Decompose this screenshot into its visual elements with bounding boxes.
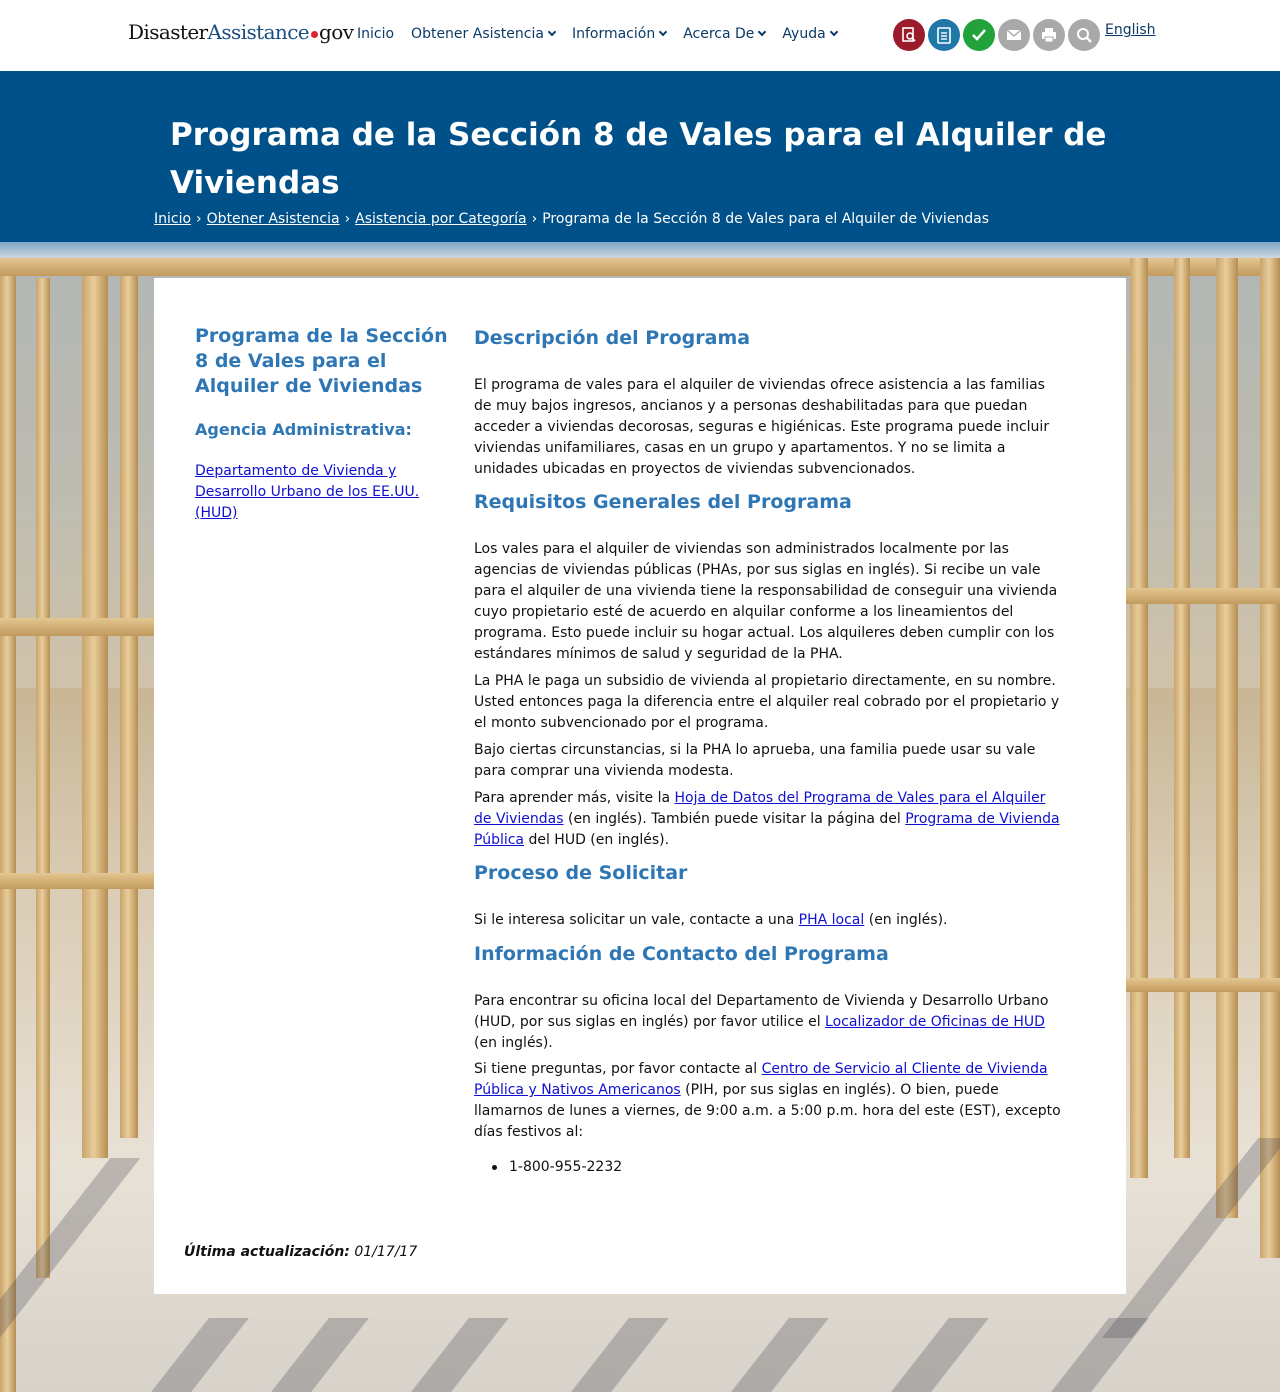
link-pha-local[interactable]: PHA local xyxy=(799,912,865,928)
breadcrumb-current: Programa de la Sección 8 de Vales para e… xyxy=(542,211,990,227)
header-underline-strip xyxy=(0,242,1280,258)
checkmark-icon[interactable] xyxy=(963,19,995,51)
chevron-down-icon xyxy=(658,27,668,37)
magnifier-icon[interactable] xyxy=(1068,19,1100,51)
breadcrumb-separator: › xyxy=(531,211,538,227)
wood-stud xyxy=(0,258,16,1392)
main-menu: Inicio Obtener Asistencia Información Ac… xyxy=(357,26,838,42)
section-heading-proceso: Proceso de Solicitar xyxy=(474,862,688,884)
phone-list-item: 1-800-955-2232 xyxy=(492,1157,622,1178)
floor-shadow xyxy=(571,1318,669,1392)
text-span: Si tiene preguntas, por favor contacte a… xyxy=(474,1061,762,1077)
breadcrumb-separator: › xyxy=(344,211,351,227)
floor-shadow xyxy=(891,1318,989,1392)
floor-shadow xyxy=(731,1318,829,1392)
chevron-down-icon xyxy=(547,27,557,37)
sidebar-program-title: Programa de la Sección 8 de Vales para e… xyxy=(195,325,448,397)
wood-beam xyxy=(1126,978,1280,992)
paragraph-requisitos-2: La PHA le paga un subsidio de vivienda a… xyxy=(474,673,1060,731)
wood-beam xyxy=(1126,588,1280,604)
checklist-icon[interactable] xyxy=(928,19,960,51)
language-toggle-link[interactable]: English xyxy=(1105,22,1156,38)
breadcrumb-asistencia-por-categoria[interactable]: Asistencia por Categoría xyxy=(355,211,526,227)
wood-stud xyxy=(82,258,108,1158)
top-navigation: DisasterAssistance gov Inicio Obtener Asi… xyxy=(0,0,1280,71)
nav-item-acerca-de[interactable]: Acerca De xyxy=(683,26,767,42)
nav-label: Ayuda xyxy=(782,26,826,42)
last-updated: Última actualización: 01/17/17 xyxy=(184,1244,417,1260)
logo-text-disaster: Disaster xyxy=(128,20,208,44)
sidebar-agency-label: Agencia Administrativa: xyxy=(195,420,412,439)
phone-number: 1-800-955-2232 xyxy=(509,1159,623,1175)
link-localizador-oficinas-hud[interactable]: Localizador de Oficinas de HUD xyxy=(825,1014,1045,1030)
paragraph-contacto-1: Para encontrar su oficina local del Depa… xyxy=(474,991,1064,1054)
wood-stud xyxy=(1130,258,1148,1178)
logo-text-gov: gov xyxy=(319,20,354,44)
nav-label: Obtener Asistencia xyxy=(411,26,544,42)
floor-shadow xyxy=(411,1318,509,1392)
envelope-icon[interactable] xyxy=(998,19,1030,51)
breadcrumb: Inicio › Obtener Asistencia › Asistencia por… xyxy=(154,211,989,227)
paragraph-proceso: Si le interesa solicitar un vale, contac… xyxy=(474,910,1064,931)
site-logo[interactable]: DisasterAssistance gov xyxy=(128,20,354,44)
nav-item-informacion[interactable]: Información xyxy=(571,26,668,42)
wood-beam xyxy=(0,873,154,889)
floor-shadow xyxy=(151,1318,249,1392)
wood-stud xyxy=(36,278,50,1278)
text-span: (en inglés). También puede visitar la pá… xyxy=(563,811,906,827)
floor-shadow xyxy=(271,1318,369,1392)
search-document-icon[interactable] xyxy=(893,19,925,51)
breadcrumb-obtener-asistencia[interactable]: Obtener Asistencia xyxy=(207,211,340,227)
logo-text-assistance: Assistance xyxy=(207,20,310,44)
text-span: del HUD (en inglés). xyxy=(524,832,670,848)
nav-item-inicio[interactable]: Inicio xyxy=(357,26,394,42)
page-title: Programa de la Sección 8 de Vales para e… xyxy=(170,117,1107,201)
breadcrumb-separator: › xyxy=(196,211,202,227)
paragraph-requisitos-3: Bajo ciertas circunstancias, si la PHA l… xyxy=(474,742,1036,779)
paragraph-requisitos-4: Para aprender más, visite la Hoja de Dat… xyxy=(474,788,1064,851)
text-span: Si le interesa solicitar un vale, contac… xyxy=(474,912,799,928)
paragraph-requisitos-1: Los vales para el alquiler de viviendas … xyxy=(474,541,1058,662)
breadcrumb-inicio[interactable]: Inicio xyxy=(154,211,191,227)
wood-stud xyxy=(1174,258,1190,1158)
nav-label: Inicio xyxy=(357,26,395,42)
text-span: (en inglés). xyxy=(474,1035,553,1051)
sidebar-agency-link[interactable]: Departamento de Vivienda y Desarrollo Ur… xyxy=(195,461,435,524)
wood-beam xyxy=(0,258,1280,276)
nav-item-ayuda[interactable]: Ayuda xyxy=(782,26,838,42)
nav-label: Información xyxy=(571,26,656,42)
utility-toolbar xyxy=(893,19,1100,51)
floor-shadow xyxy=(0,1158,141,1338)
section-heading-requisitos: Requisitos Generales del Programa xyxy=(474,491,852,513)
wood-stud xyxy=(1216,258,1238,1218)
text-span: Para aprender más, visite la xyxy=(474,790,675,806)
section-heading-contacto: Información de Contacto del Programa xyxy=(474,943,889,965)
chevron-down-icon xyxy=(829,27,838,37)
printer-icon[interactable] xyxy=(1033,19,1065,51)
paragraph-descripcion: El programa de vales para el alquiler de… xyxy=(474,377,1050,477)
floor-shadow xyxy=(1101,1138,1280,1338)
wood-beam xyxy=(0,618,154,636)
wood-stud xyxy=(1260,258,1280,1258)
text-span: (en inglés). xyxy=(864,912,948,928)
wood-stud xyxy=(120,258,138,1138)
nav-item-obtener-asistencia[interactable]: Obtener Asistencia xyxy=(411,26,557,42)
chevron-down-icon xyxy=(758,27,767,37)
logo-dot xyxy=(311,31,319,38)
last-updated-label: Última actualización: xyxy=(184,1244,350,1260)
nav-label: Acerca De xyxy=(683,26,755,42)
section-heading-descripcion: Descripción del Programa xyxy=(474,327,751,349)
last-updated-date: 01/17/17 xyxy=(354,1244,418,1260)
paragraph-contacto-2: Si tiene preguntas, por favor contacte a… xyxy=(474,1059,1064,1143)
